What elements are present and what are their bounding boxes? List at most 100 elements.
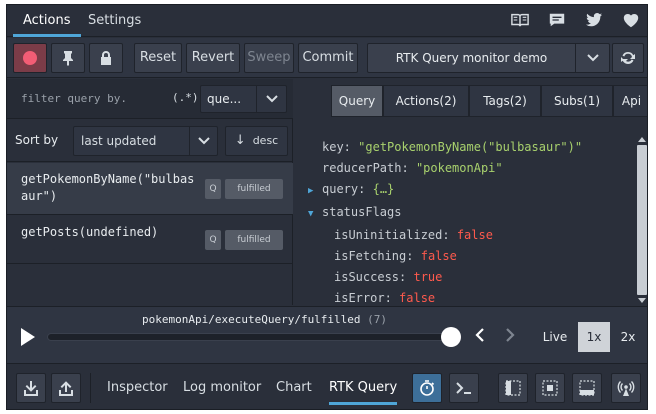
sort-select[interactable]: last updated bbox=[73, 126, 218, 156]
caret-down-icon[interactable]: ▼ bbox=[308, 204, 322, 225]
status-badge: fulfilled bbox=[225, 230, 283, 250]
broadcast-icon bbox=[617, 381, 635, 396]
remote-button[interactable] bbox=[611, 373, 641, 403]
chevron-down-icon bbox=[189, 127, 217, 155]
regex-toggle[interactable]: (.*) bbox=[172, 91, 199, 104]
monitor-rtk-query[interactable]: RTK Query bbox=[329, 373, 398, 405]
tree-row[interactable]: ▼ statusFlags bbox=[308, 202, 582, 225]
import-button[interactable] bbox=[16, 373, 46, 403]
query-detail-panel: Query Actions(2) Tags(2) Subs(1) Api key… bbox=[294, 79, 647, 305]
tree-value: false bbox=[399, 291, 436, 305]
docs-icon[interactable] bbox=[510, 11, 530, 31]
tab-api[interactable]: Api bbox=[613, 85, 647, 117]
timeline-slider[interactable] bbox=[47, 333, 459, 341]
sort-select-label: last updated bbox=[81, 134, 157, 148]
action-count: (7) bbox=[367, 313, 388, 326]
sort-row: Sort by last updated ↓ desc bbox=[7, 120, 293, 162]
tree-row: isUninitialized: false bbox=[308, 225, 582, 246]
current-action-label: pokemonApi/executeQuery/fulfilled (7) bbox=[142, 313, 387, 326]
slider-handle[interactable] bbox=[441, 327, 461, 347]
tree-row: key: "getPokemonByName("bulbasaur")" bbox=[308, 137, 582, 158]
devtools-window: Actions Settings Reset Revert Sweep Comm… bbox=[6, 4, 648, 410]
sort-order-label: desc bbox=[252, 134, 279, 147]
export-icon bbox=[59, 381, 73, 396]
monitor-log[interactable]: Log monitor bbox=[183, 373, 261, 405]
list-item[interactable]: getPokemonByName("bulbasaur") Q fulfille… bbox=[7, 163, 293, 215]
persist-button[interactable] bbox=[412, 373, 442, 403]
caret-right-icon[interactable]: ▶ bbox=[308, 181, 322, 202]
action-name: pokemonApi/executeQuery/fulfilled bbox=[142, 313, 361, 326]
tab-tags[interactable]: Tags(2) bbox=[469, 85, 541, 117]
dock-bottom-button[interactable] bbox=[572, 373, 602, 403]
pin-button[interactable] bbox=[51, 43, 85, 73]
filter-input[interactable]: filter query by. bbox=[21, 92, 127, 105]
step-forward-icon[interactable] bbox=[501, 327, 519, 347]
twitter-icon[interactable] bbox=[584, 11, 604, 31]
discussions-icon[interactable] bbox=[547, 11, 567, 31]
tab-subs[interactable]: Subs(1) bbox=[541, 85, 613, 117]
filter-mode-select[interactable]: que... bbox=[200, 85, 287, 113]
tab-actions[interactable]: Actions bbox=[13, 5, 81, 37]
scroll-up-icon[interactable] bbox=[638, 137, 646, 142]
dispatcher-button[interactable] bbox=[449, 373, 479, 403]
query-type-badge: Q bbox=[205, 179, 221, 199]
filter-row: filter query by. (.*) que... bbox=[7, 79, 293, 119]
step-back-icon[interactable] bbox=[471, 327, 489, 347]
scroll-down-icon[interactable] bbox=[638, 298, 646, 303]
tree-row: isSuccess: true bbox=[308, 267, 582, 288]
tree-key: query: bbox=[322, 182, 366, 196]
tree-row: isFetching: false bbox=[308, 246, 582, 267]
scrollbar[interactable] bbox=[637, 137, 647, 303]
speed-1x-button[interactable]: 1x bbox=[578, 322, 610, 352]
query-name: getPokemonByName("bulbasaur") bbox=[21, 172, 195, 203]
tree-key: isFetching: bbox=[334, 249, 414, 263]
pin-icon bbox=[63, 51, 73, 66]
live-button[interactable]: Live bbox=[537, 322, 573, 352]
record-icon bbox=[23, 51, 37, 65]
chevron-down-icon bbox=[256, 86, 286, 112]
toolbar: Reset Revert Sweep Commit RTK Query moni… bbox=[7, 38, 647, 78]
export-button[interactable] bbox=[51, 373, 81, 403]
list-item[interactable]: getPosts(undefined) Q fulfilled bbox=[7, 216, 293, 264]
record-button[interactable] bbox=[13, 43, 47, 73]
tab-actions[interactable]: Actions(2) bbox=[383, 85, 469, 117]
sweep-button[interactable]: Sweep bbox=[244, 43, 294, 73]
play-icon[interactable] bbox=[21, 328, 35, 346]
lock-button[interactable] bbox=[89, 43, 123, 73]
query-type-badge: Q bbox=[205, 230, 221, 250]
heart-icon[interactable] bbox=[621, 11, 641, 31]
scroll-thumb[interactable] bbox=[637, 145, 647, 295]
monitor-inspector[interactable]: Inspector bbox=[107, 373, 168, 405]
top-bar: Actions Settings bbox=[7, 5, 647, 37]
arrow-down-icon: ↓ bbox=[234, 133, 246, 148]
tab-settings[interactable]: Settings bbox=[78, 5, 151, 37]
reset-button[interactable]: Reset bbox=[134, 43, 182, 73]
commit-button[interactable]: Commit bbox=[298, 43, 358, 73]
monitor-chart[interactable]: Chart bbox=[276, 373, 312, 405]
tree-row: reducerPath: "pokemonApi" bbox=[308, 158, 582, 179]
sync-button[interactable] bbox=[612, 43, 644, 73]
dock-left-icon bbox=[505, 380, 521, 396]
tab-query[interactable]: Query bbox=[331, 85, 383, 117]
speed-2x-button[interactable]: 2x bbox=[613, 322, 643, 352]
tree-key: isUninitialized: bbox=[334, 228, 450, 242]
tree-key: key: bbox=[322, 140, 351, 154]
tree-value: false bbox=[456, 228, 493, 242]
top-links bbox=[497, 11, 641, 31]
lock-icon bbox=[101, 51, 111, 65]
divider bbox=[90, 373, 91, 403]
tree-row[interactable]: ▶ query: {…} bbox=[308, 179, 582, 202]
instance-select[interactable]: RTK Query monitor demo bbox=[367, 43, 610, 73]
tree-value: "getPokemonByName("bulbasaur")" bbox=[358, 140, 583, 154]
dock-left-button[interactable] bbox=[498, 373, 528, 403]
status-badge: fulfilled bbox=[225, 179, 283, 199]
terminal-icon bbox=[456, 382, 471, 394]
dock-bottom-icon bbox=[579, 380, 595, 396]
revert-button[interactable]: Revert bbox=[186, 43, 240, 73]
slider-bar: pokemonApi/executeQuery/fulfilled (7) Li… bbox=[7, 306, 647, 364]
sort-order-button[interactable]: ↓ desc bbox=[225, 126, 288, 156]
query-name: getPosts(undefined) bbox=[21, 225, 159, 239]
tree-value: true bbox=[413, 270, 443, 284]
dock-right-button[interactable] bbox=[535, 373, 565, 403]
sort-label: Sort by bbox=[15, 133, 59, 147]
